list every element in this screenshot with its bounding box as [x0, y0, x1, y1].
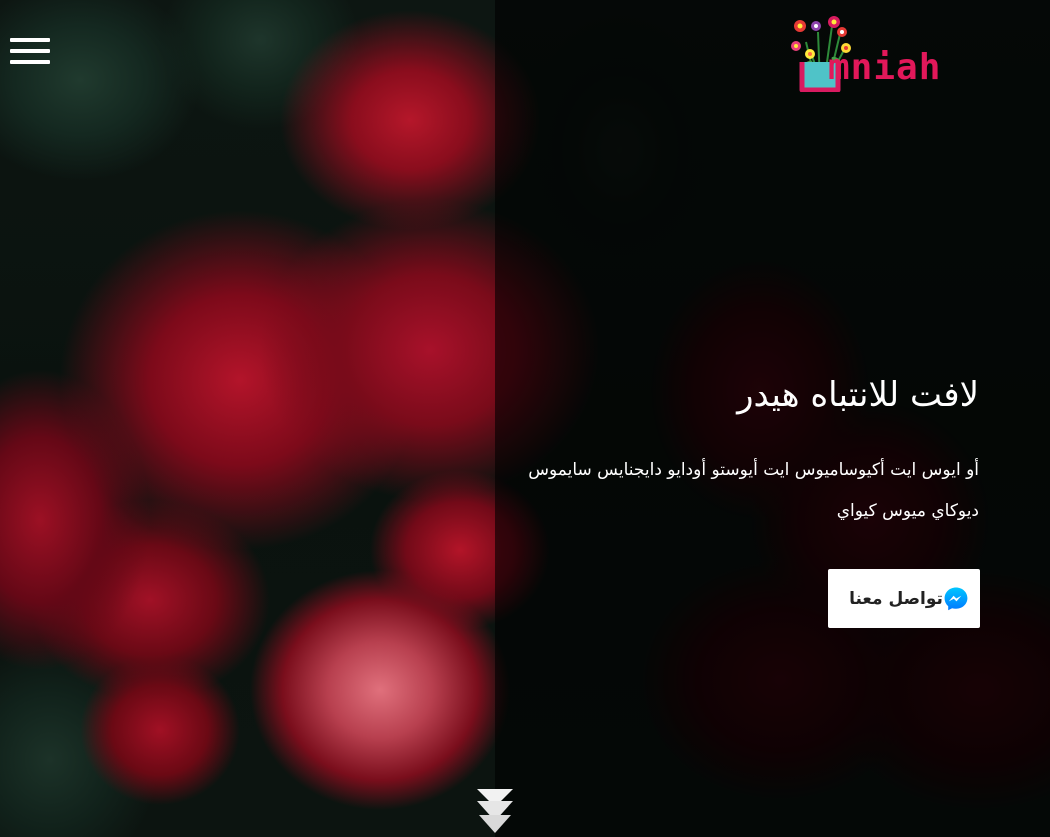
hamburger-menu-icon[interactable] — [10, 38, 50, 66]
messenger-icon — [944, 587, 968, 610]
menu-bar — [10, 38, 50, 42]
contact-us-label: تواصل معنا — [849, 588, 943, 609]
logo[interactable]: mniah — [788, 12, 988, 92]
logo-text: mniah — [828, 47, 942, 88]
hero-section: mniah لافت للانتباه هيدر أو ايوس ايت أكي… — [0, 0, 1050, 837]
menu-bar — [10, 49, 50, 53]
menu-bar — [10, 60, 50, 64]
hero-content: لافت للانتباه هيدر أو ايوس ايت أكيوساميو… — [519, 370, 979, 532]
contact-us-button[interactable]: تواصل معنا — [828, 569, 980, 628]
double-chevron-down-icon[interactable] — [473, 785, 517, 837]
hero-description: أو ايوس ايت أكيوساميوس ايت أيوستو أودايو… — [528, 460, 979, 521]
hero-title: لافت للانتباه هيدر — [737, 375, 979, 415]
